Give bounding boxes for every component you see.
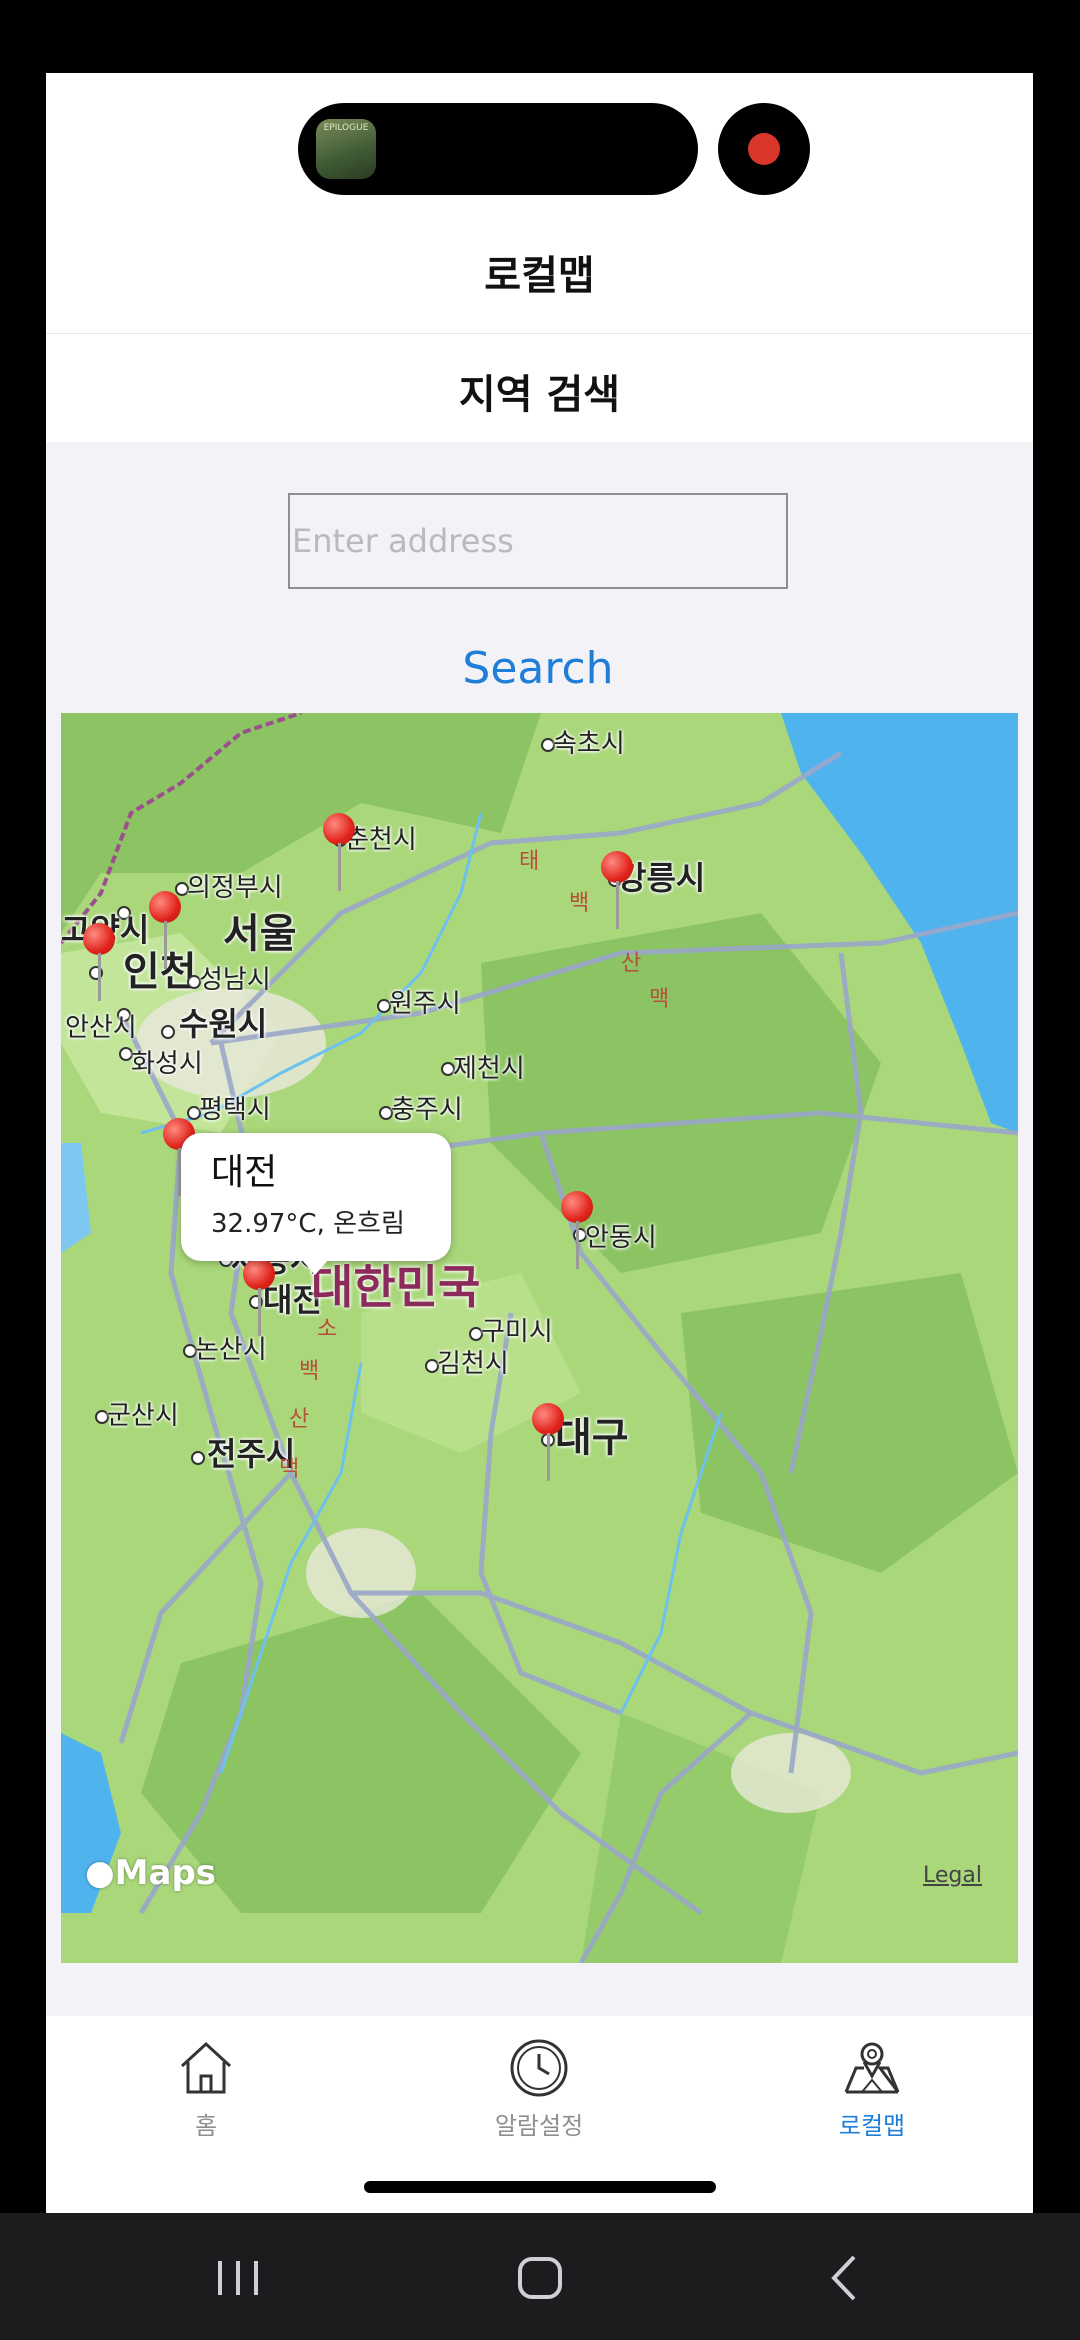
- search-button[interactable]: Search: [438, 633, 638, 703]
- mountain-range-label: 태: [519, 849, 540, 874]
- map-view[interactable]: 속초시 춘천시 강릉시 의정부시 고양시 서울 인천 성남시 원주시 안산시 수…: [61, 713, 1018, 1963]
- recents-icon: [218, 2261, 258, 2295]
- city-marker: [191, 1451, 205, 1465]
- apple-icon: ●: [85, 1853, 115, 1893]
- weather-callout[interactable]: 대전 32.97°C, 온흐림: [181, 1133, 451, 1275]
- tab-home[interactable]: 홈: [106, 2036, 306, 2146]
- mountain-range-label: 소: [317, 1317, 338, 1342]
- back-button[interactable]: [816, 2253, 876, 2303]
- home-square-icon: [518, 2257, 562, 2299]
- city-label: 의정부시: [187, 873, 283, 903]
- mountain-range-label: 백: [299, 1359, 320, 1384]
- city-label: 군산시: [107, 1401, 179, 1431]
- tab-local-map[interactable]: 로컬맵: [772, 2036, 972, 2146]
- city-marker: [161, 1025, 175, 1039]
- city-label: 제천시: [453, 1054, 525, 1084]
- clock-icon: [510, 2039, 568, 2097]
- mountain-range-label: 백: [569, 891, 590, 916]
- map-pin[interactable]: [79, 923, 119, 1003]
- city-label: 화성시: [131, 1049, 203, 1079]
- page-title: 로컬맵: [484, 253, 595, 299]
- recording-indicator: [718, 103, 810, 195]
- city-label: 수원시: [179, 1005, 268, 1043]
- city-label: 평택시: [199, 1095, 271, 1125]
- callout-title: 대전: [211, 1152, 278, 1193]
- map-pin[interactable]: [319, 813, 359, 893]
- tab-label: 홈: [194, 2112, 218, 2140]
- home-button[interactable]: [510, 2253, 570, 2303]
- city-label: 안산시: [65, 1013, 137, 1043]
- city-label: 성남시: [199, 965, 271, 995]
- map-pin[interactable]: [145, 891, 185, 971]
- tab-label: 로컬맵: [838, 2112, 906, 2140]
- back-chevron-icon: [831, 2255, 856, 2301]
- section-header: 지역 검색: [46, 334, 1033, 442]
- mountain-range-label: 맥: [649, 987, 670, 1012]
- system-navigation-bar: [0, 2213, 1080, 2340]
- city-label: 충주시: [391, 1095, 463, 1125]
- city-label: 속초시: [553, 729, 625, 759]
- city-label: 원주시: [389, 989, 461, 1019]
- map-pin[interactable]: [597, 851, 637, 931]
- house-icon: [180, 2041, 232, 2094]
- legal-link[interactable]: Legal: [923, 1863, 982, 1888]
- section-title: 지역 검색: [458, 372, 621, 418]
- app-screen: EPILOGUE 로컬맵 지역 검색 Search: [46, 73, 1033, 2213]
- map-pin-icon: [844, 2042, 900, 2094]
- dynamic-island: EPILOGUE: [298, 103, 698, 195]
- maps-attribution: Maps: [114, 1853, 217, 1893]
- mountain-range-label: 산: [621, 951, 642, 976]
- map-pin[interactable]: [557, 1191, 597, 1271]
- tab-label: 알람설정: [494, 2112, 584, 2140]
- map-pin[interactable]: [239, 1258, 279, 1338]
- tab-alarm-settings[interactable]: 알람설정: [439, 2036, 639, 2146]
- city-label: 서울: [223, 911, 297, 957]
- recent-apps-button[interactable]: [208, 2253, 268, 2303]
- media-thumbnail: EPILOGUE: [316, 119, 376, 179]
- apple-maps-logo: ●Maps: [85, 1853, 216, 1893]
- callout-weather: 32.97°C, 온흐림: [211, 1209, 405, 1239]
- navigation-header: EPILOGUE 로컬맵: [46, 73, 1033, 334]
- city-label: 김천시: [437, 1349, 509, 1379]
- mountain-range-label: 맥: [279, 1457, 300, 1482]
- record-dot-icon: [748, 133, 780, 165]
- tab-bar: 홈 알람설정 로컬맵: [46, 2016, 1033, 2213]
- map-pin[interactable]: [528, 1403, 568, 1483]
- mountain-range-label: 산: [289, 1407, 310, 1432]
- home-indicator[interactable]: [364, 2181, 716, 2193]
- media-thumbnail-label: EPILOGUE: [323, 123, 369, 133]
- address-input[interactable]: [288, 493, 788, 589]
